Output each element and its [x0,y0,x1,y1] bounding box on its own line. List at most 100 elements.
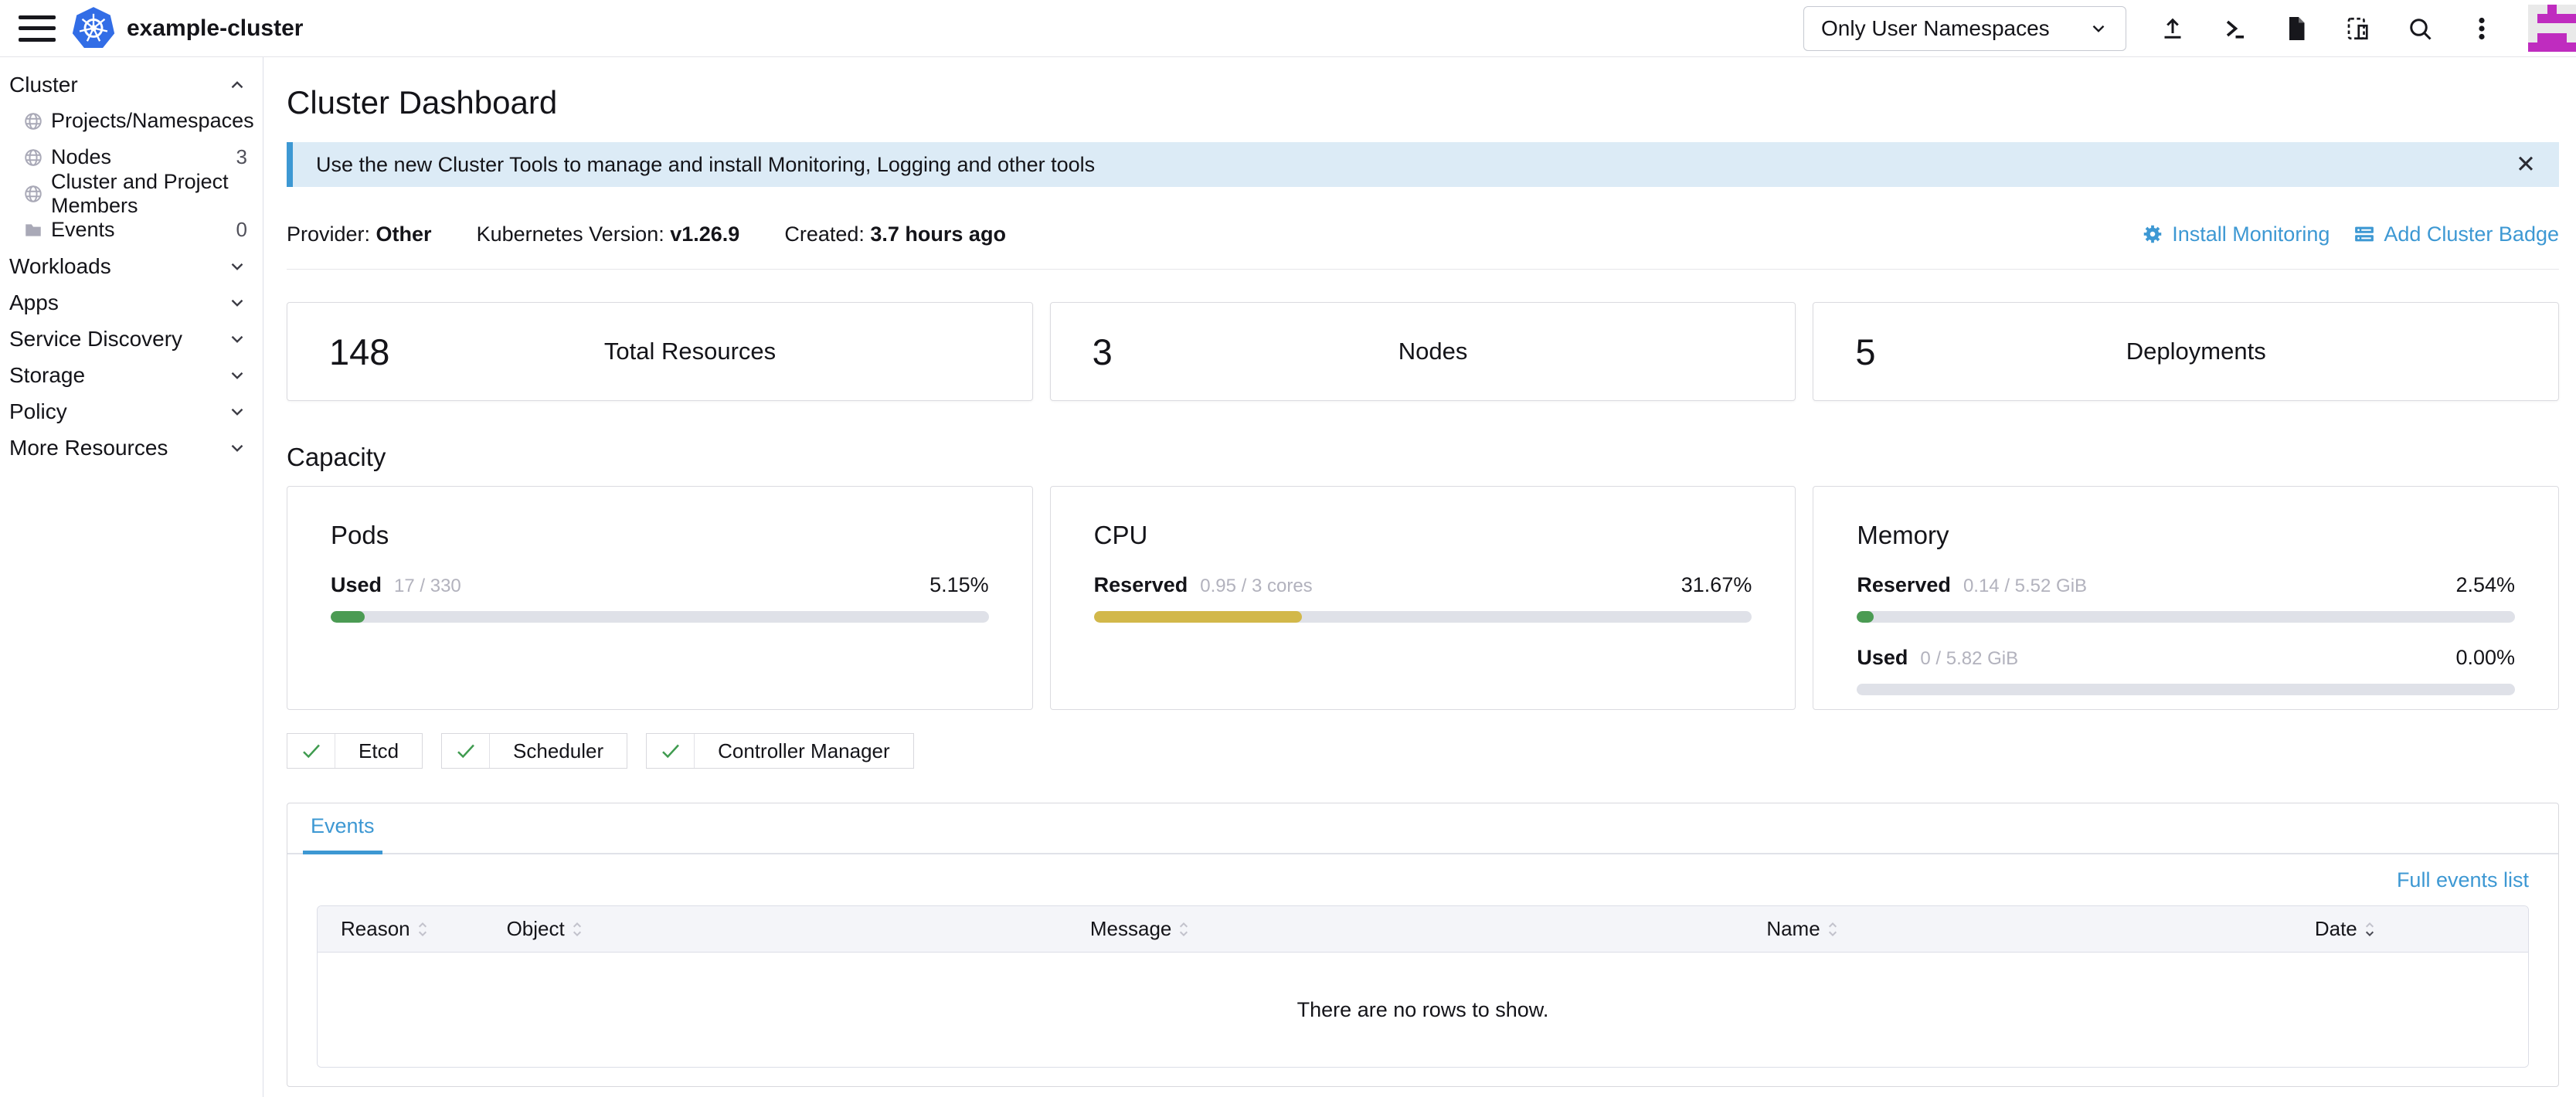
sidebar-group-storage[interactable]: Storage [0,357,263,393]
banner-text: Use the new Cluster Tools to manage and … [316,153,1095,177]
cluster-name: example-cluster [127,15,303,42]
column-header-date[interactable]: Date [2292,917,2528,941]
sidebar-group-cluster[interactable]: Cluster [0,66,263,103]
avatar-cell [2537,5,2547,14]
sidebar-item-label: Projects/Namespaces [51,109,254,133]
gear-icon [2141,222,2164,246]
sort-icon [1178,919,1190,939]
sidebar-group-service-discovery[interactable]: Service Discovery [0,321,263,357]
sidebar-group-label: Storage [9,363,85,388]
divider [287,269,2559,270]
meter-detail: 0.14 / 5.52 GiB [1963,576,2087,597]
hamburger-menu-button[interactable] [19,15,56,42]
check-icon [647,734,695,768]
chevron-up-icon [227,75,247,95]
meter-detail: 17 / 330 [394,576,461,597]
capacity-cards: PodsUsed17 / 3305.15%CPUReserved0.95 / 3… [287,486,2559,710]
meter-bar-fill [1094,611,1303,623]
chevron-down-icon [227,329,247,349]
avatar-cell [2528,42,2537,52]
tab-events[interactable]: Events [303,814,382,854]
sidebar-group-more-resources[interactable]: More Resources [0,430,263,466]
action-label: Install Monitoring [2172,222,2330,246]
stat-card-total-resources[interactable]: 148Total Resources [287,302,1033,401]
globe-icon [23,148,43,168]
stat-label: Nodes [1113,338,1754,365]
meter-label: Used [1857,646,1908,670]
sidebar-group-apps[interactable]: Apps [0,284,263,321]
avatar-cell [2528,33,2537,42]
status-badge-label: Scheduler [490,734,627,768]
glance-value: Other [376,222,432,246]
kebab-menu-icon[interactable] [2468,15,2496,42]
column-label: Object [507,917,565,941]
avatar-cell [2547,14,2557,23]
glance-label: Provider: [287,222,376,246]
header-toolbar [2159,15,2496,42]
header-right: Only User Namespaces [1803,5,2576,53]
action-install-monitoring[interactable]: Install Monitoring [2141,222,2330,246]
check-icon [442,734,490,768]
glance-value: 3.7 hours ago [870,222,1006,246]
avatar-cell [2567,42,2576,52]
avatar-cell [2528,23,2537,32]
import-yaml-icon[interactable] [2159,15,2187,42]
avatar-cell [2528,5,2537,14]
meter-memory-reserved: Reserved0.14 / 5.52 GiB2.54% [1857,573,2515,597]
sidebar-item-projects-namespaces[interactable]: Projects/Namespaces [0,103,263,139]
meter-bar-fill [331,611,365,623]
status-badge-scheduler: Scheduler [441,733,627,769]
glance-item-kubernetes-version: Kubernetes Version: v1.26.9 [477,222,740,246]
search-icon[interactable] [2406,15,2434,42]
chevron-down-icon [227,256,247,277]
glance-label: Created: [784,222,870,246]
download-kubeconfig-icon[interactable] [2282,15,2310,42]
avatar-cell [2547,23,2557,32]
avatar-cell [2567,5,2576,14]
sidebar-item-cluster-and-project-members[interactable]: Cluster and Project Members [0,175,263,212]
sidebar-group-policy[interactable]: Policy [0,393,263,430]
sidebar-group-workloads[interactable]: Workloads [0,248,263,284]
hamburger-bar [19,15,56,19]
column-label: Date [2315,917,2357,941]
sidebar-item-label: Events [51,218,115,242]
meter-memory-used: Used0 / 5.82 GiB0.00% [1857,646,2515,670]
sort-icon [2364,919,2376,939]
close-icon[interactable]: ✕ [2516,151,2536,178]
stat-card-deployments[interactable]: 5Deployments [1813,302,2559,401]
events-panel-body: Full events list Reason Object MessageName… [287,867,2558,1068]
namespace-filter-dropdown[interactable]: Only User Namespaces [1803,6,2126,51]
full-events-list-link[interactable]: Full events list [2397,868,2529,892]
chevron-down-icon [227,438,247,458]
copy-kubeconfig-icon[interactable] [2344,15,2372,42]
column-header-reason[interactable]: Reason [318,917,484,941]
hamburger-bar [19,38,56,42]
avatar-cell [2537,42,2547,52]
sidebar-group-label: Apps [9,290,59,315]
meter-bar [1094,611,1752,623]
globe-icon [23,184,43,204]
column-label: Reason [341,917,410,941]
cluster-actions: Install Monitoring Add Cluster Badge [2141,222,2559,246]
avatar-cell [2557,23,2566,32]
kubectl-shell-icon[interactable] [2221,15,2248,42]
meter-bar [1857,611,2515,623]
sort-icon [1827,919,1839,939]
sidebar-group-label: More Resources [9,436,168,460]
globe-icon [23,111,43,131]
link-row: Full events list [317,867,2529,893]
meter-bar [331,611,989,623]
action-add-cluster-badge[interactable]: Add Cluster Badge [2353,222,2559,246]
stat-card-nodes[interactable]: 3Nodes [1050,302,1796,401]
chevron-down-icon [227,293,247,313]
column-header-object[interactable]: Object [484,917,1067,941]
stat-label: Total Resources [389,338,990,365]
sidebar-item-count: 0 [236,218,247,242]
capacity-card-pods: PodsUsed17 / 3305.15% [287,486,1033,710]
avatar-cell [2537,14,2547,23]
user-avatar[interactable] [2528,5,2576,53]
column-header-message[interactable]: Message [1067,917,1743,941]
column-header-name[interactable]: Name [1743,917,2292,941]
meter-percent: 5.15% [929,573,989,597]
status-badge-label: Etcd [335,734,422,768]
